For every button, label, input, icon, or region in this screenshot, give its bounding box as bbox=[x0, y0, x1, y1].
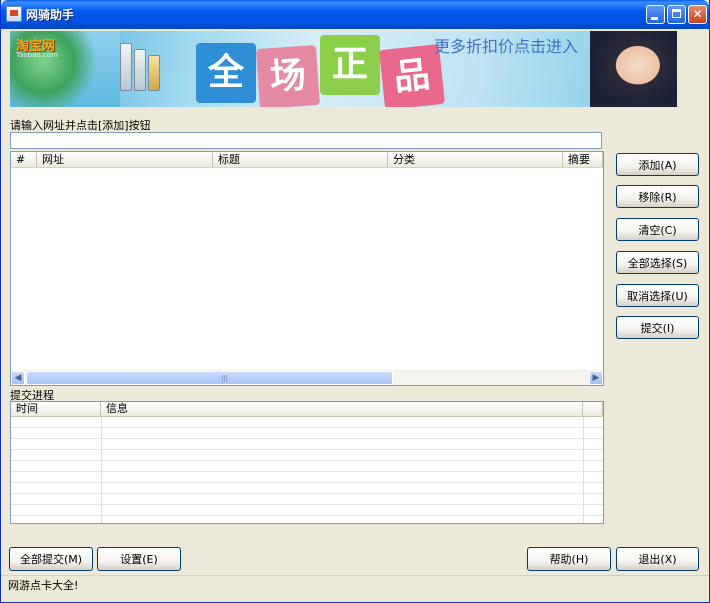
column-header-filler bbox=[583, 402, 603, 416]
scroll-right-icon[interactable]: ▶ bbox=[589, 371, 603, 385]
column-header-title[interactable]: 标题 bbox=[213, 152, 388, 167]
close-button[interactable]: ✕ bbox=[688, 5, 707, 24]
banner-model-image bbox=[590, 31, 677, 107]
cosmetic-bottle-image bbox=[120, 43, 132, 91]
banner-ad[interactable]: 淘宝网 Taobao.com 全 场 正 品 更多折扣价点击进入 bbox=[10, 31, 677, 107]
horizontal-scrollbar[interactable]: ◀ ▶ bbox=[11, 370, 603, 385]
url-input[interactable] bbox=[10, 132, 602, 149]
scrollbar-grip-icon bbox=[222, 375, 228, 382]
cosmetic-bottle-image bbox=[148, 55, 160, 91]
maximize-button[interactable] bbox=[667, 5, 686, 24]
settings-button[interactable]: 设置(E) bbox=[97, 547, 181, 571]
column-header-category[interactable]: 分类 bbox=[388, 152, 563, 167]
url-list-view[interactable]: # 网址 标题 分类 摘要 ◀ ▶ bbox=[10, 151, 604, 386]
banner-tile: 场 bbox=[255, 44, 321, 107]
main-window: 网骑助手 ✕ 淘宝网 Taobao.com 全 场 正 品 更多折扣价点击进入 … bbox=[0, 0, 710, 603]
banner-promo-text[interactable]: 更多折扣价点击进入 bbox=[434, 33, 578, 57]
select-all-button[interactable]: 全部选择(S) bbox=[616, 251, 699, 274]
exit-button[interactable]: 退出(X) bbox=[616, 547, 699, 571]
banner-tile: 全 bbox=[196, 43, 256, 103]
remove-button[interactable]: 移除(R) bbox=[616, 185, 699, 208]
progress-header: 时间 信息 bbox=[11, 402, 603, 417]
help-button[interactable]: 帮助(H) bbox=[527, 547, 611, 571]
banner-brand-subtitle: Taobao.com bbox=[16, 51, 58, 59]
column-header-index[interactable]: # bbox=[11, 152, 37, 167]
clear-button[interactable]: 清空(C) bbox=[616, 218, 699, 241]
app-icon[interactable] bbox=[6, 6, 22, 22]
status-bar: 网游点卡大全! bbox=[1, 575, 709, 602]
status-text[interactable]: 网游点卡大全! bbox=[8, 577, 78, 593]
cosmetic-bottle-image bbox=[134, 49, 146, 91]
column-header-url[interactable]: 网址 bbox=[37, 152, 213, 167]
scroll-left-icon[interactable]: ◀ bbox=[11, 371, 25, 385]
submit-button[interactable]: 提交(I) bbox=[616, 316, 699, 339]
grid-divider bbox=[583, 417, 584, 523]
column-header-summary[interactable]: 摘要 bbox=[563, 152, 603, 167]
deselect-button[interactable]: 取消选择(U) bbox=[616, 284, 699, 307]
grid-divider bbox=[101, 417, 102, 523]
window-title: 网骑助手 bbox=[26, 8, 75, 22]
progress-rows bbox=[11, 417, 603, 523]
progress-grid[interactable]: 时间 信息 bbox=[10, 401, 604, 524]
minimize-button[interactable] bbox=[646, 5, 665, 24]
close-icon: ✕ bbox=[692, 7, 703, 21]
scrollbar-thumb[interactable] bbox=[26, 371, 393, 385]
column-header-info[interactable]: 信息 bbox=[101, 402, 583, 416]
url-input-label: 请输入网址并点击[添加]按钮 bbox=[10, 119, 151, 132]
column-header-time[interactable]: 时间 bbox=[11, 402, 101, 416]
add-button[interactable]: 添加(A) bbox=[616, 153, 699, 176]
banner-tile: 正 bbox=[320, 35, 380, 95]
submit-all-button[interactable]: 全部提交(M) bbox=[9, 547, 93, 571]
list-header: # 网址 标题 分类 摘要 bbox=[11, 152, 603, 168]
title-bar[interactable]: 网骑助手 ✕ bbox=[1, 0, 709, 29]
